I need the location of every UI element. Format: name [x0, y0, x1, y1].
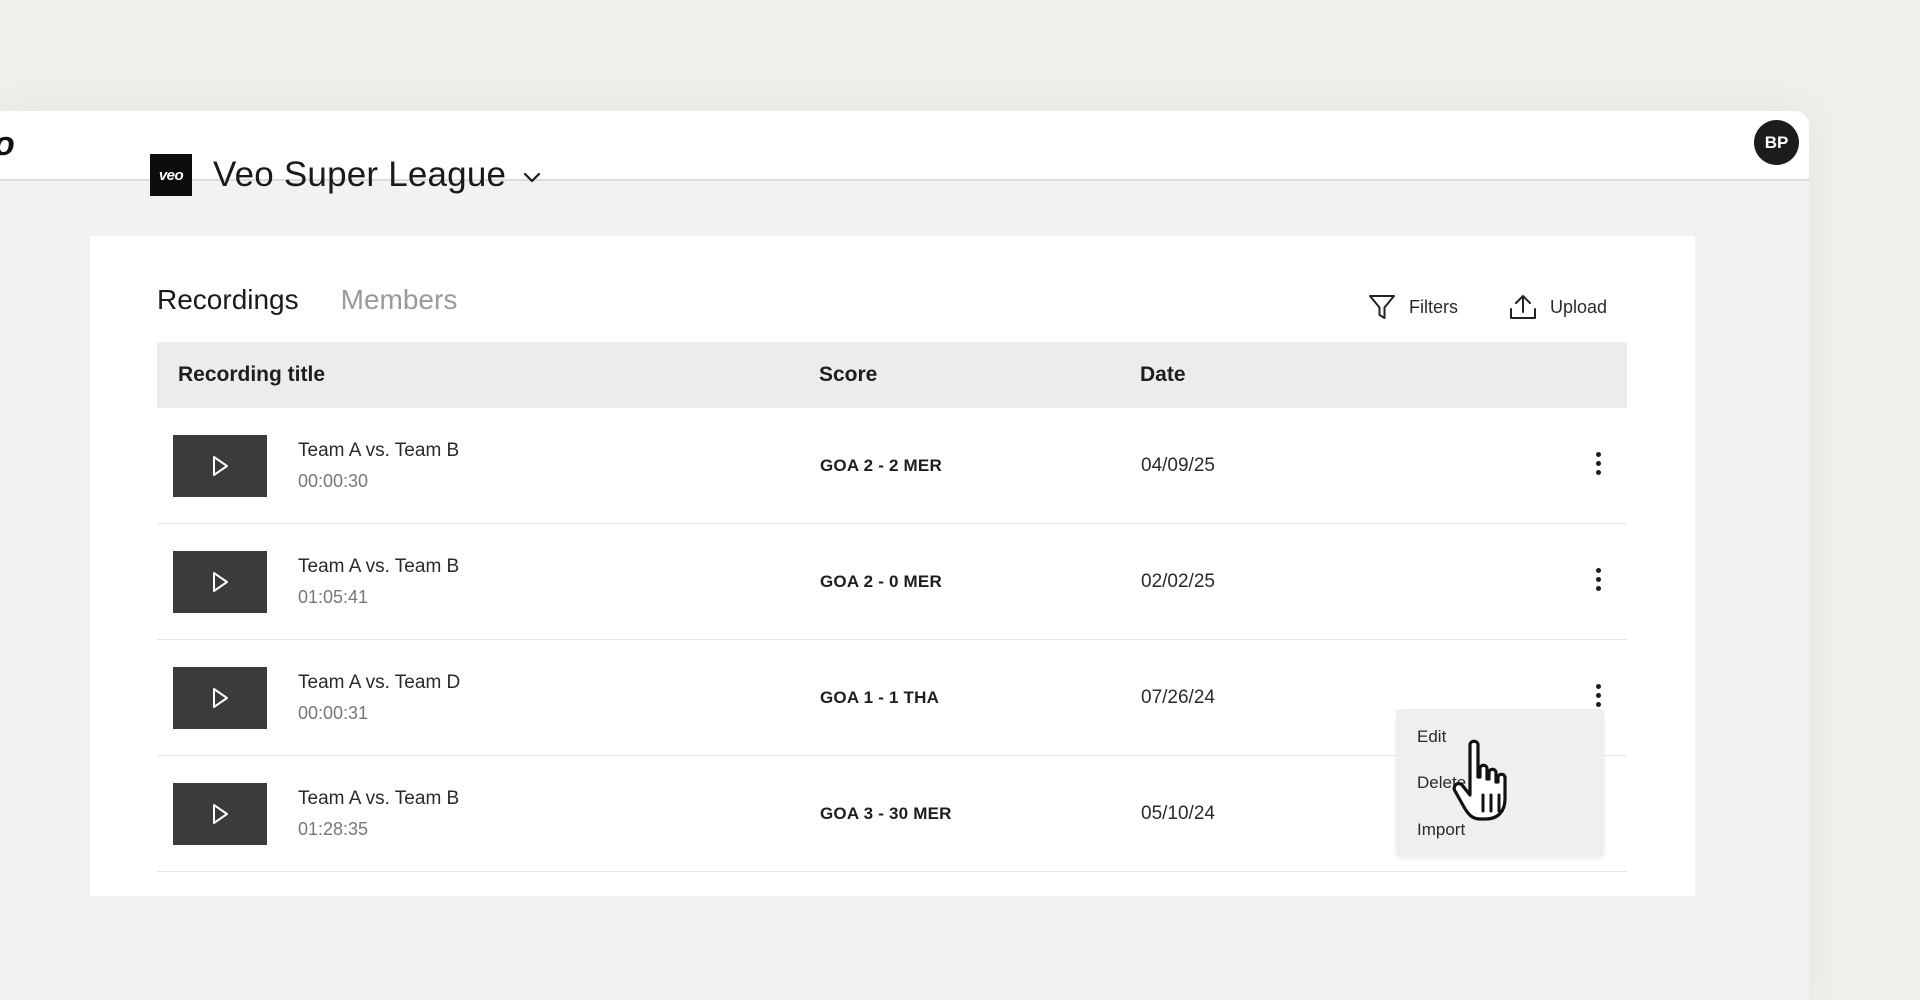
tab-recordings[interactable]: Recordings: [157, 284, 299, 316]
play-icon: [213, 456, 228, 476]
league-header: veo Veo Super League: [150, 154, 542, 196]
table-row[interactable]: Team A vs. Team B 01:05:41 GOA 2 - 0 MER…: [157, 524, 1627, 640]
recording-title[interactable]: Team A vs. Team B: [298, 440, 459, 462]
recording-duration: 00:00:31: [298, 703, 369, 723]
play-icon: [213, 804, 228, 824]
row-context-menu: Edit Delete Import: [1396, 709, 1604, 857]
recording-date: 04/09/25: [1141, 455, 1215, 476]
table-header: Recording title Score Date: [157, 342, 1627, 408]
menu-item-delete[interactable]: Delete: [1417, 773, 1466, 793]
more-vertical-icon[interactable]: [1587, 680, 1609, 710]
column-header-title[interactable]: Recording title: [178, 363, 325, 387]
column-header-score[interactable]: Score: [819, 363, 877, 387]
league-logo: veo: [150, 154, 192, 196]
play-icon: [213, 572, 228, 592]
more-vertical-icon[interactable]: [1587, 448, 1609, 478]
upload-label: Upload: [1549, 296, 1607, 317]
recording-score: GOA 2 - 2 MER: [820, 456, 942, 475]
menu-item-import[interactable]: Import: [1417, 820, 1465, 840]
recording-score: GOA 1 - 1 THA: [820, 688, 940, 707]
recording-score: GOA 2 - 0 MER: [820, 572, 942, 591]
play-icon: [213, 688, 228, 708]
app-logo[interactable]: o: [0, 125, 15, 164]
tab-members[interactable]: Members: [341, 284, 458, 316]
play-button[interactable]: [173, 551, 267, 613]
upload-button[interactable]: Upload: [1508, 292, 1607, 322]
column-header-date[interactable]: Date: [1140, 363, 1186, 387]
play-button[interactable]: [173, 667, 267, 729]
tab-bar: Recordings Members: [157, 284, 457, 316]
more-vertical-icon[interactable]: [1587, 564, 1609, 594]
recording-duration: 01:28:35: [298, 819, 369, 839]
recording-score: GOA 3 - 30 MER: [820, 804, 952, 823]
recording-date: 02/02/25: [1141, 571, 1215, 592]
recording-date: 07/26/24: [1141, 687, 1215, 708]
menu-item-edit[interactable]: Edit: [1417, 727, 1446, 747]
filters-label: Filters: [1408, 296, 1458, 317]
table-row[interactable]: Team A vs. Team B 00:00:30 GOA 2 - 2 MER…: [157, 408, 1627, 524]
recording-duration: 00:00:30: [298, 471, 369, 491]
recording-title[interactable]: Team A vs. Team D: [298, 672, 460, 694]
recording-title[interactable]: Team A vs. Team B: [298, 788, 459, 810]
recording-title[interactable]: Team A vs. Team B: [298, 556, 459, 578]
play-button[interactable]: [173, 435, 267, 497]
filter-icon: [1368, 295, 1395, 319]
toolbar-actions: Filters Upload: [1367, 292, 1607, 322]
filters-button[interactable]: Filters: [1367, 292, 1458, 322]
recording-duration: 01:05:41: [298, 587, 369, 607]
play-button[interactable]: [173, 783, 267, 845]
upload-icon: [1509, 295, 1536, 319]
user-avatar[interactable]: BP: [1754, 120, 1799, 165]
recording-date: 05/10/24: [1141, 803, 1215, 824]
chevron-down-icon[interactable]: [522, 167, 542, 187]
league-name[interactable]: Veo Super League: [213, 155, 506, 195]
